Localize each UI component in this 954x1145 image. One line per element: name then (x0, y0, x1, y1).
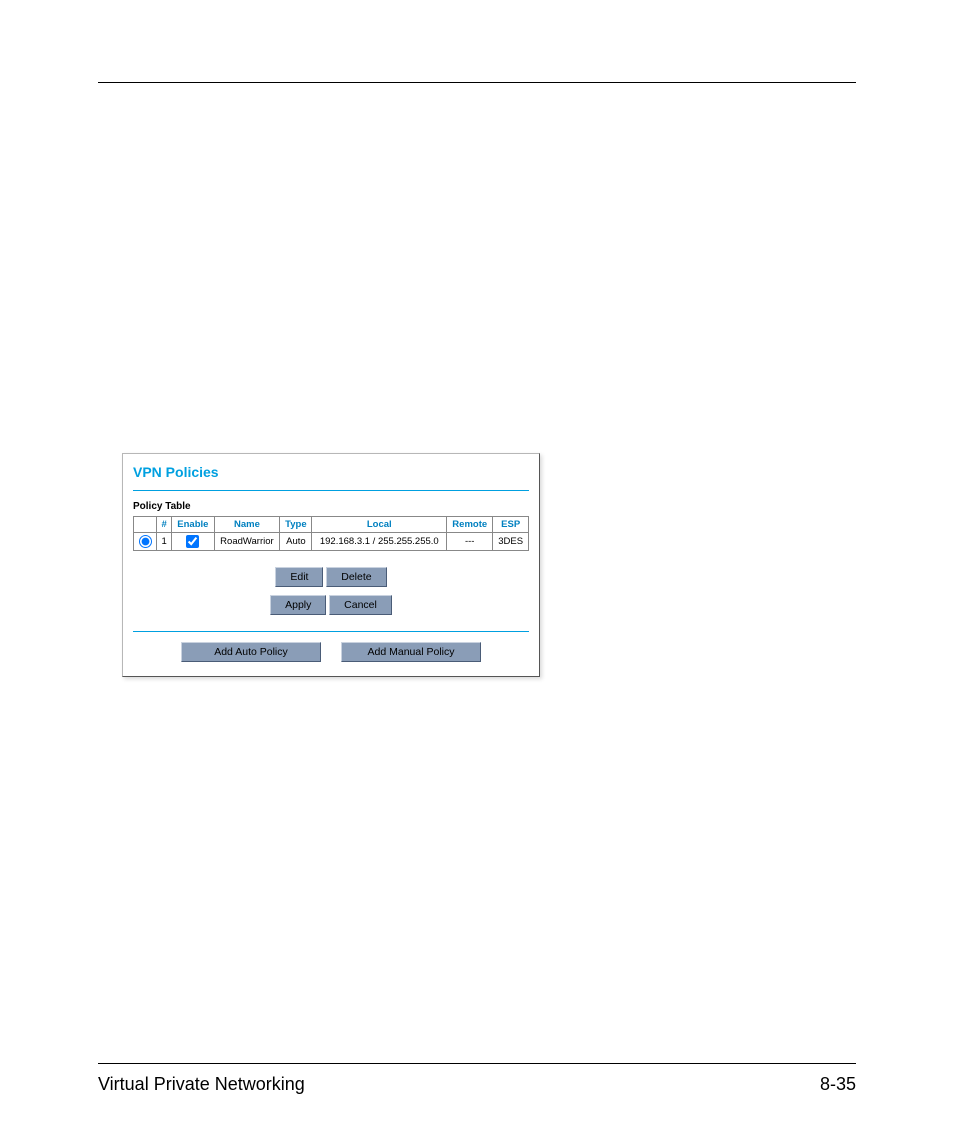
col-type: Type (280, 517, 312, 533)
add-auto-policy-button[interactable]: Add Auto Policy (181, 642, 321, 662)
top-horizontal-rule (98, 82, 856, 83)
edit-delete-row: Edit Delete (133, 567, 529, 587)
row-select-cell (134, 533, 157, 551)
col-esp: ESP (493, 517, 529, 533)
page-footer: Virtual Private Networking 8-35 (98, 1063, 856, 1095)
row-enable-checkbox[interactable] (186, 535, 199, 548)
edit-button[interactable]: Edit (275, 567, 323, 587)
col-num: # (157, 517, 172, 533)
panel-title: VPN Policies (133, 462, 529, 486)
delete-button[interactable]: Delete (326, 567, 386, 587)
add-policy-row: Add Auto Policy Add Manual Policy (133, 642, 529, 662)
row-local-cell: 192.168.3.1 / 255.255.255.0 (312, 533, 447, 551)
col-remote: Remote (447, 517, 493, 533)
table-row: 1 RoadWarrior Auto 192.168.3.1 / 255.255… (134, 533, 529, 551)
bottom-horizontal-rule (98, 1063, 856, 1064)
col-name: Name (214, 517, 280, 533)
row-type-cell: Auto (280, 533, 312, 551)
apply-cancel-row: Apply Cancel (133, 595, 529, 615)
col-local: Local (312, 517, 447, 533)
row-name-cell: RoadWarrior (214, 533, 280, 551)
col-select (134, 517, 157, 533)
cancel-button[interactable]: Cancel (329, 595, 392, 615)
table-header-row: # Enable Name Type Local Remote ESP (134, 517, 529, 533)
row-select-radio[interactable] (139, 535, 152, 548)
add-manual-policy-button[interactable]: Add Manual Policy (341, 642, 481, 662)
footer-left: Virtual Private Networking (98, 1074, 305, 1095)
policy-table-label: Policy Table (133, 501, 529, 512)
row-enable-cell (172, 533, 214, 551)
footer-right: 8-35 (820, 1074, 856, 1095)
row-esp-cell: 3DES (493, 533, 529, 551)
vpn-policies-panel: VPN Policies Policy Table # Enable Name … (122, 453, 540, 677)
row-num-cell: 1 (157, 533, 172, 551)
policy-table: # Enable Name Type Local Remote ESP (133, 516, 529, 551)
divider (133, 631, 529, 632)
row-remote-cell: --- (447, 533, 493, 551)
col-enable: Enable (172, 517, 214, 533)
divider (133, 490, 529, 491)
apply-button[interactable]: Apply (270, 595, 326, 615)
